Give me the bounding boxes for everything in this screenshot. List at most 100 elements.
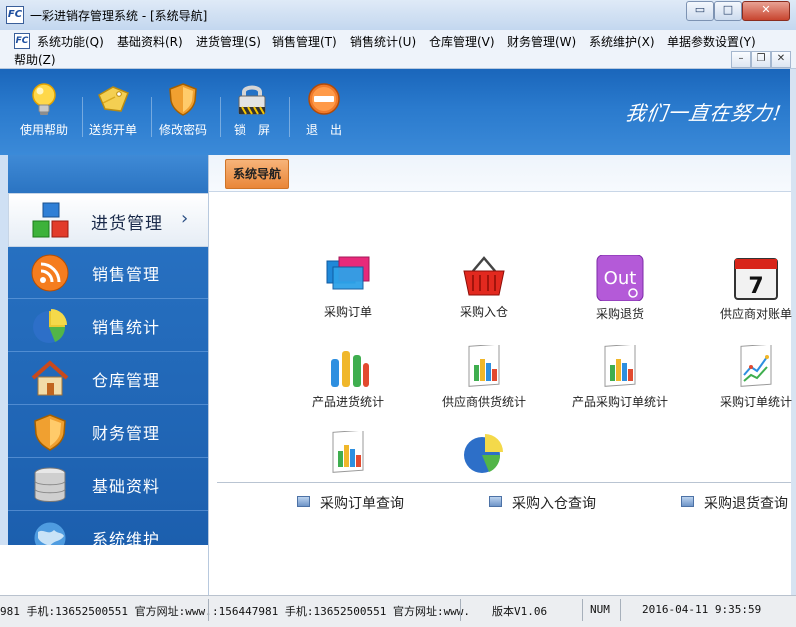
line-report-icon (740, 345, 772, 387)
tag-icon (98, 86, 129, 112)
nav-report[interactable] (280, 431, 416, 479)
menu-doc-settings[interactable]: 单据参数设置(Y) (665, 32, 758, 51)
status-separator (620, 599, 621, 621)
query-purchase-return[interactable]: 采购退货查询 (681, 493, 788, 513)
window-title: 一彩进销存管理系统 - [系统导航] (30, 9, 208, 23)
status-num-lock: NUM (590, 603, 610, 616)
sidebar-item-sales-stats[interactable]: 销售统计 (8, 299, 208, 352)
main-toolbar: 使用帮助 送货开单 修改密码 锁 屏 退 出 我们一直在努力! (0, 69, 790, 155)
menu-sales-stats[interactable]: 销售统计(U) (348, 32, 418, 51)
status-bar: 981 手机:13652500551 官方网址:www. :156447981 … (0, 595, 796, 627)
menu-sales[interactable]: 销售管理(T) (270, 32, 339, 51)
status-contact-left: 981 手机:13652500551 官方网址:www. (0, 605, 212, 618)
nav-label: 采购订单统计 (719, 395, 792, 409)
nav-purchase-order[interactable]: 采购订单 (280, 255, 416, 320)
nav-label: 产品进货统计 (311, 395, 384, 409)
pie-chart-icon (33, 309, 67, 343)
slogan-text: 我们一直在努力! (624, 101, 784, 125)
globe-icon (33, 521, 67, 545)
status-version: 版本V1.06 (492, 605, 548, 618)
menu-help[interactable]: 帮助(Z) (12, 50, 58, 69)
nav-label: 采购退货 (595, 307, 644, 321)
menu-purchase[interactable]: 进货管理(S) (194, 32, 263, 51)
sidebar-item-basic-data[interactable]: 基础资料 (8, 458, 208, 511)
minimize-button[interactable]: ▭ (686, 1, 714, 21)
nav-label: 产品采购订单统计 (571, 395, 668, 409)
query-purchase-order[interactable]: 采购订单查询 (297, 493, 404, 513)
nav-purchase-in[interactable]: 采购入仓 (416, 255, 552, 320)
report-chart-icon (604, 345, 636, 387)
exit-icon (308, 83, 340, 115)
sidebar-item-maintenance[interactable]: 系统维护 (8, 511, 208, 545)
query-label: 采购退货查询 (704, 496, 788, 512)
maximize-button[interactable]: □ (714, 1, 742, 21)
status-separator (460, 599, 461, 621)
delivery-order-label: 送货开单 (88, 123, 137, 137)
sidebar-item-label: 基础资料 (92, 477, 161, 496)
nav-po-stats[interactable]: 采购订单统计 (688, 345, 796, 410)
report-chart-icon (332, 431, 364, 473)
query-purchase-in[interactable]: 采购入仓查询 (489, 493, 596, 513)
status-separator (582, 599, 583, 621)
app-window: FC 一彩进销存管理系统 - [系统导航] ▭ □ ✕ FC 系统功能(Q) 基… (0, 0, 796, 627)
list-bullet-icon (681, 496, 694, 507)
lock-screen-button[interactable]: 锁 屏 (216, 81, 288, 138)
list-bullet-icon (297, 496, 310, 507)
mdi-minimize-button[interactable]: – (731, 51, 751, 68)
close-button[interactable]: ✕ (742, 1, 790, 21)
app-logo-icon[interactable]: FC (6, 6, 24, 24)
menu-warehouse[interactable]: 仓库管理(V) (427, 32, 497, 51)
chevron-right-icon: › (181, 208, 189, 229)
sidebar-item-label: 系统维护 (92, 530, 161, 545)
query-label: 采购入仓查询 (512, 496, 596, 512)
nav-product-purchase-stats[interactable]: 产品进货统计 (280, 345, 416, 410)
menu-bar: FC 系统功能(Q) 基础资料(R) 进货管理(S) 销售管理(T) 销售统计(… (0, 30, 796, 69)
report-chart-icon (468, 345, 500, 387)
menu-finance[interactable]: 财务管理(W) (505, 32, 578, 51)
title-bar[interactable]: FC 一彩进销存管理系统 - [系统导航] ▭ □ ✕ (0, 0, 796, 31)
sidebar-item-purchase[interactable]: 进货管理 › (8, 193, 208, 247)
sidebar-item-sales[interactable]: 销售管理 (8, 246, 208, 299)
change-password-label: 修改密码 (158, 123, 207, 137)
mdi-restore-button[interactable]: ❐ (751, 51, 771, 68)
database-icon (34, 467, 66, 502)
lightbulb-icon (32, 83, 56, 115)
nav-supplier-supply-stats[interactable]: 供应商供货统计 (416, 345, 552, 410)
house-icon (31, 360, 69, 396)
tab-system-navigation[interactable]: 系统导航 (225, 159, 289, 189)
exit-button[interactable]: 退 出 (288, 81, 360, 138)
menu-maintenance[interactable]: 系统维护(X) (587, 32, 657, 51)
query-label: 采购订单查询 (320, 496, 404, 512)
mdi-close-button[interactable]: ✕ (771, 51, 791, 68)
nav-product-po-stats[interactable]: 产品采购订单统计 (552, 345, 688, 410)
svg-text:7: 7 (748, 274, 763, 299)
sidebar-item-warehouse[interactable]: 仓库管理 (8, 352, 208, 405)
status-contact-right: :156447981 手机:13652500551 官方网址:www. (212, 605, 471, 618)
sidebar-header (8, 155, 208, 193)
shield-icon (34, 414, 66, 451)
menu-basic-data[interactable]: 基础资料(R) (115, 32, 185, 51)
nav-supplier-statement[interactable]: 7 供应商对账单 (688, 255, 796, 322)
nav-pie-report[interactable] (416, 431, 552, 479)
status-datetime: 2016-04-11 9:35:59 (642, 603, 762, 616)
svg-text:Out: Out (604, 268, 637, 289)
panel-tab-strip: 系统导航 (209, 155, 791, 192)
blocks-icon (32, 202, 69, 238)
sidebar-item-finance[interactable]: 财务管理 (8, 405, 208, 458)
nav-label: 供应商供货统计 (441, 395, 526, 409)
change-password-button[interactable]: 修改密码 (147, 81, 219, 138)
bar-chart-icon (331, 351, 369, 387)
nav-purchase-return[interactable]: Out 采购退货 (552, 255, 688, 322)
basket-icon (463, 256, 505, 296)
help-button[interactable]: 使用帮助 (8, 81, 80, 138)
empty-area (0, 545, 208, 595)
shield-icon (169, 83, 197, 116)
section-divider (217, 482, 791, 483)
delivery-order-button[interactable]: 送货开单 (77, 81, 149, 138)
list-bullet-icon (489, 496, 502, 507)
menu-system[interactable]: 系统功能(Q) (35, 32, 106, 51)
mdi-document-icon[interactable]: FC (14, 33, 30, 49)
out-icon: Out (596, 255, 644, 301)
nav-label: 采购入仓 (459, 305, 508, 319)
nav-label: 采购订单 (323, 305, 372, 319)
